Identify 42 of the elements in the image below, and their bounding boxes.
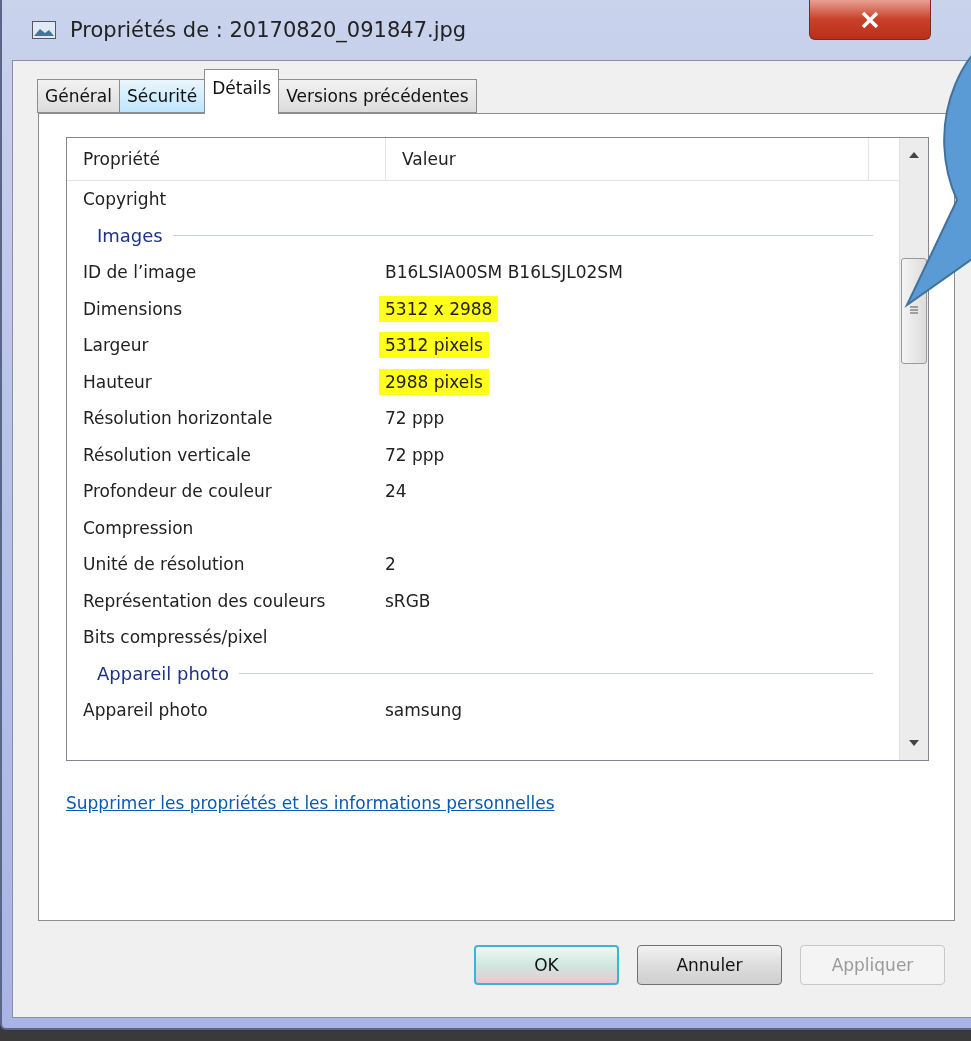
property-name: Copyright (82, 189, 168, 210)
property-name: Résolution horizontale (82, 408, 274, 429)
property-name: Appareil photo (82, 700, 209, 721)
group-heading: Appareil photo (97, 663, 229, 685)
column-header[interactable]: Propriété (67, 138, 386, 180)
scroll-down-icon[interactable] (909, 740, 919, 746)
property-name: Bits compressés/pixel (82, 627, 269, 648)
property-value: 5312 x 2988 (379, 295, 499, 322)
column-header[interactable]: Valeur (386, 138, 869, 180)
grip-icon (910, 306, 918, 316)
tab[interactable]: Détails (204, 69, 280, 114)
property-name: Résolution verticale (82, 444, 253, 465)
property-name: Hauteur (82, 371, 153, 392)
property-value: 5312 pixels (379, 332, 489, 359)
scroll-up-icon[interactable] (909, 152, 919, 158)
property-value: sRGB (384, 589, 432, 613)
property-name: Compression (82, 517, 195, 538)
property-name: Unité de résolution (82, 554, 246, 575)
property-value: B16LSIA00SM B16LSJL02SM (384, 261, 624, 285)
dialog-button[interactable]: Annuler (637, 945, 782, 985)
property-name: Largeur (82, 335, 150, 356)
property-name: Représentation des couleurs (82, 590, 327, 611)
property-value: 72 ppp (384, 443, 446, 467)
window-title: Propriétés de : 20170820_091847.jpg (70, 18, 467, 42)
property-value: 24 (384, 480, 408, 504)
property-name: Dimensions (82, 298, 184, 319)
tab[interactable]: Versions précédentes (278, 79, 477, 113)
group-heading: Images (97, 225, 163, 247)
property-value: 2988 pixels (379, 368, 489, 395)
tab[interactable]: Sécurité (119, 79, 206, 113)
property-value: samsung (384, 699, 464, 723)
close-icon (861, 11, 879, 28)
property-name: ID de l’image (82, 262, 198, 283)
picture-icon (32, 21, 56, 39)
tab[interactable]: Général (37, 79, 120, 113)
property-value: 72 ppp (384, 407, 446, 431)
close-button[interactable] (809, 0, 931, 40)
remove-properties-link[interactable]: Supprimer les propriétés et les informations personnelles (66, 793, 555, 813)
property-value: 2 (384, 553, 397, 577)
scrollbar[interactable] (899, 138, 928, 760)
dialog-button[interactable]: OK (474, 945, 619, 985)
property-name: Profondeur de couleur (82, 481, 273, 502)
